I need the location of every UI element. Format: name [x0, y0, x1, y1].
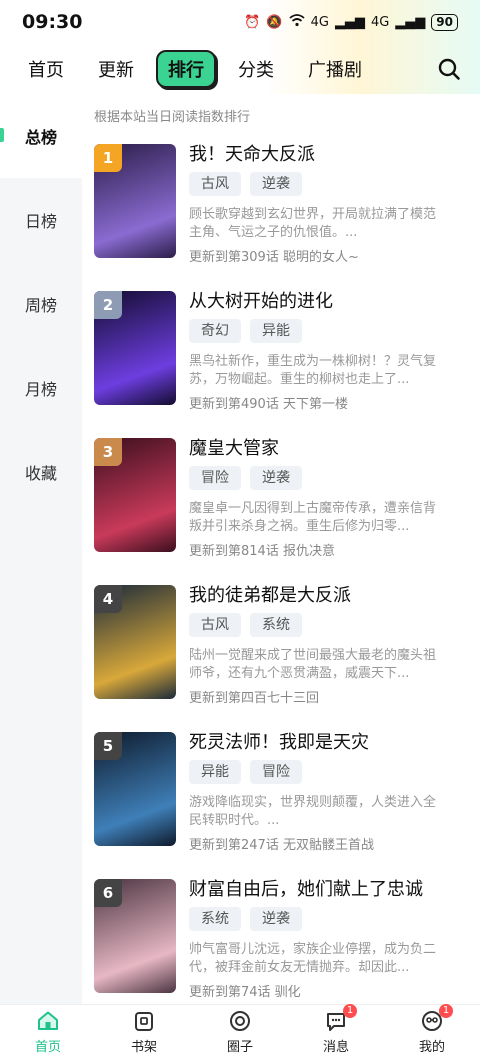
battery-level: 90: [431, 13, 458, 31]
genre-tag[interactable]: 异能: [250, 319, 302, 343]
comic-tags: 冒险 逆袭: [189, 466, 302, 490]
comic-tags: 异能 冒险: [189, 760, 302, 784]
genre-tag[interactable]: 系统: [250, 613, 302, 637]
comic-cover[interactable]: 6: [94, 879, 176, 993]
ranking-note: 根据本站当日阅读指数排行: [94, 110, 251, 125]
tab-updates[interactable]: 更新: [98, 56, 134, 82]
comic-title[interactable]: 我的徒弟都是大反派: [189, 581, 351, 607]
side-item-monthly[interactable]: 月榜: [0, 346, 82, 430]
comic-update-status: 更新到第309话 聪明的女人~: [189, 250, 359, 265]
rank-badge: 4: [94, 585, 122, 613]
comic-update-status: 更新到第814话 报仇决意: [189, 544, 335, 559]
ranking-list-item[interactable]: 1 我！天命大反派 古风 逆袭 顾长歌穿越到玄幻世界，开局就拉满了模范主角、气运之…: [82, 138, 480, 285]
signal-label-b: 4G: [370, 14, 390, 30]
bottom-nav-label: 我的: [418, 1040, 445, 1055]
comic-cover[interactable]: 3: [94, 438, 176, 552]
profile-icon: 1: [419, 1004, 453, 1034]
genre-tag[interactable]: 异能: [189, 760, 241, 784]
comic-title[interactable]: 魔皇大管家: [189, 434, 279, 460]
message-icon: 1: [323, 1004, 357, 1034]
search-button[interactable]: [432, 52, 466, 86]
comic-description: 游戏降临现实，世界规则颠覆，人类进入全民转职时代。...: [189, 795, 437, 828]
signal-bars-icon: ▂▄▆: [334, 14, 365, 30]
comic-description: 顾长歌穿越到玄幻世界，开局就拉满了模范主角、气运之子的仇恨值。...: [189, 207, 437, 240]
genre-tag[interactable]: 古风: [189, 172, 241, 196]
signal-bars-icon: ▂▄▆: [395, 14, 426, 30]
comic-update-status: 更新到第74话 驯化: [189, 985, 301, 1000]
rank-badge: 6: [94, 879, 122, 907]
rank-badge: 2: [94, 291, 122, 319]
circle-icon: [227, 1008, 253, 1034]
side-item-overall[interactable]: 总榜: [0, 94, 82, 178]
comic-cover[interactable]: 5: [94, 732, 176, 846]
signal-label-a: 4G: [310, 14, 329, 30]
comic-title[interactable]: 从大树开始的进化: [189, 287, 333, 313]
comic-update-status: 更新到第490话 天下第一楼: [189, 397, 348, 412]
side-item-favorites[interactable]: 收藏: [0, 430, 82, 514]
message-badge: 1: [343, 1004, 357, 1018]
genre-tag[interactable]: 奇幻: [189, 319, 241, 343]
ranking-list-item[interactable]: 3 魔皇大管家 冒险 逆袭 魔皇卓一凡因得到上古魔帝传承，遭亲信背叛并引来杀身之祸…: [82, 432, 480, 579]
search-icon: [438, 58, 460, 80]
comic-tags: 系统 逆袭: [189, 907, 302, 931]
bottom-nav-profile[interactable]: 1 我的: [384, 1004, 480, 1058]
comic-description: 黑鸟社新作，重生成为一株柳树！？灵气复苏，万物崛起。重生的柳树也走上了...: [189, 354, 437, 387]
comic-title[interactable]: 我！天命大反派: [189, 140, 315, 166]
comic-cover[interactable]: 1: [94, 144, 176, 258]
bottom-nav-home[interactable]: 首页: [0, 1005, 96, 1058]
comic-cover[interactable]: 4: [94, 585, 176, 699]
ranking-list-item[interactable]: 2 从大树开始的进化 奇幻 异能 黑鸟社新作，重生成为一株柳树！？灵气复苏，万物崛…: [82, 285, 480, 432]
tab-home[interactable]: 首页: [28, 56, 64, 82]
comic-tags: 古风 系统: [189, 613, 302, 637]
genre-tag[interactable]: 逆袭: [250, 172, 302, 196]
genre-tag[interactable]: 古风: [189, 613, 241, 637]
genre-tag[interactable]: 冒险: [189, 466, 241, 490]
bottom-nav-circle[interactable]: 圈子: [192, 1005, 288, 1058]
comic-description: 帅气富哥儿沈远，家族企业停摆，成为负二代，被拜金前女友无情抛弃。却因此...: [189, 942, 437, 975]
side-item-weekly[interactable]: 周榜: [0, 262, 82, 346]
comic-update-status: 更新到第247话 无双骷髅王首战: [189, 838, 374, 853]
wifi-icon: [288, 13, 305, 31]
mute-icon: 🔕: [266, 14, 283, 30]
genre-tag[interactable]: 冒险: [250, 760, 302, 784]
status-bar: 09:30 ⏰ 🔕 4G ▂▄▆ 4G ▂▄▆ 90: [0, 0, 480, 44]
ranking-side-nav: 总榜 日榜 周榜 月榜 收藏: [0, 94, 82, 1004]
comic-cover[interactable]: 2: [94, 291, 176, 405]
status-icons: ⏰ 🔕 4G ▂▄▆ 4G ▂▄▆ 90: [244, 13, 458, 31]
comic-tags: 古风 逆袭: [189, 172, 302, 196]
bottom-nav-label: 圈子: [226, 1040, 253, 1055]
comic-title[interactable]: 死灵法师！我即是天灾: [189, 728, 369, 754]
side-item-daily[interactable]: 日榜: [0, 178, 82, 262]
home-icon: [35, 1008, 61, 1034]
bookshelf-icon: [131, 1008, 157, 1034]
alarm-icon: ⏰: [244, 14, 261, 30]
ranking-list-item[interactable]: 4 我的徒弟都是大反派 古风 系统 陆州一觉醒来成了世间最强大最老的魔头祖师爷，还…: [82, 579, 480, 726]
ranking-list-item[interactable]: 6 财富自由后，她们献上了忠诚 系统 逆袭 帅气富哥儿沈远，家族企业停摆，成为负二…: [82, 873, 480, 1004]
tab-radio-drama[interactable]: 广播剧: [308, 56, 362, 82]
rank-badge: 3: [94, 438, 122, 466]
status-time: 09:30: [22, 11, 83, 33]
rank-badge: 1: [94, 144, 122, 172]
bottom-nav: 首页 书架 圈子 1 消息 1 我的: [0, 1004, 480, 1058]
tab-ranking[interactable]: 排行: [156, 50, 216, 88]
genre-tag[interactable]: 逆袭: [250, 466, 302, 490]
comic-description: 魔皇卓一凡因得到上古魔帝传承，遭亲信背叛并引来杀身之祸。重生后修为归零...: [189, 501, 437, 534]
bottom-nav-label: 消息: [322, 1040, 349, 1055]
bottom-nav-label: 书架: [130, 1040, 157, 1055]
rank-badge: 5: [94, 732, 122, 760]
genre-tag[interactable]: 逆袭: [250, 907, 302, 931]
bottom-nav-messages[interactable]: 1 消息: [288, 1004, 384, 1058]
top-nav: 首页 更新 排行 分类 广播剧: [0, 44, 480, 94]
ranking-list-item[interactable]: 5 死灵法师！我即是天灾 异能 冒险 游戏降临现实，世界规则颠覆，人类进入全民转职…: [82, 726, 480, 873]
ranking-list: 根据本站当日阅读指数排行 1 我！天命大反派 古风 逆袭 顾长歌穿越到玄幻世界，开…: [82, 94, 480, 1004]
comic-update-status: 更新到第四百七十三回: [189, 691, 320, 706]
bottom-nav-label: 首页: [34, 1040, 61, 1055]
comic-description: 陆州一觉醒来成了世间最强大最老的魔头祖师爷，还有九个恶贯满盈，威震天下...: [189, 648, 437, 681]
profile-badge: 1: [439, 1004, 453, 1018]
genre-tag[interactable]: 系统: [189, 907, 241, 931]
comic-tags: 奇幻 异能: [189, 319, 302, 343]
comic-title[interactable]: 财富自由后，她们献上了忠诚: [189, 875, 423, 901]
bottom-nav-bookshelf[interactable]: 书架: [96, 1005, 192, 1058]
tab-categories[interactable]: 分类: [238, 56, 274, 82]
